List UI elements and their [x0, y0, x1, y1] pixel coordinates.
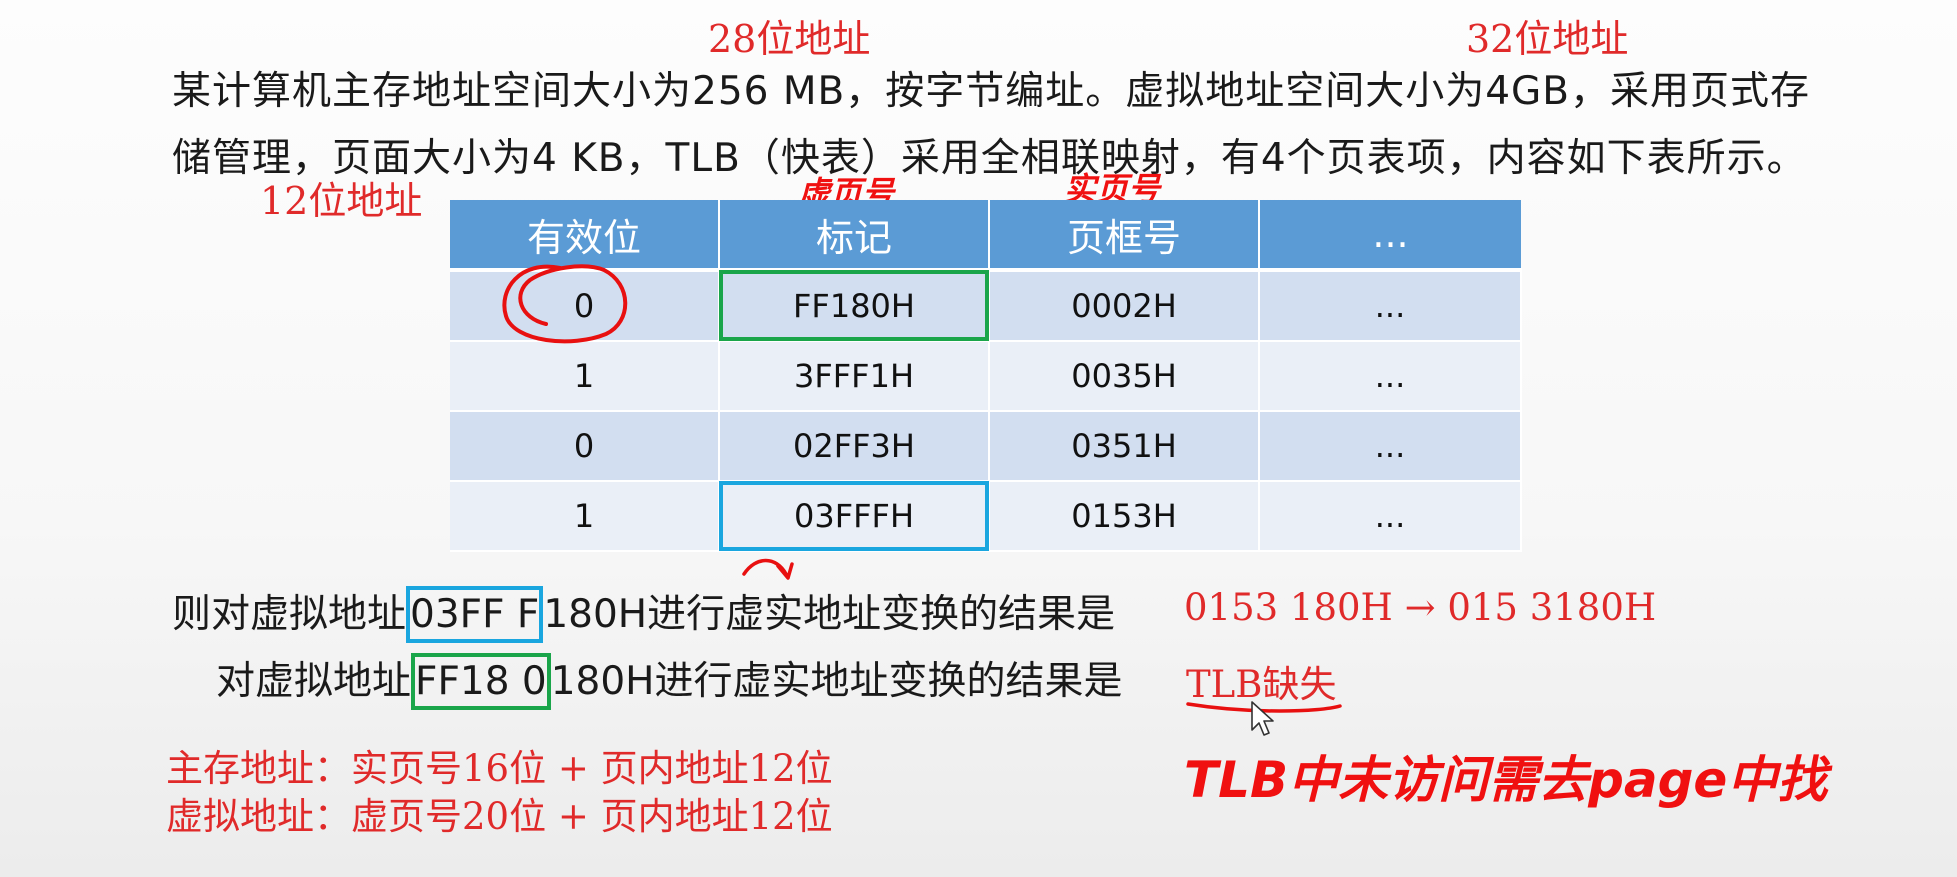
handdrawn-circle [502, 264, 628, 344]
handdrawn-underline [1186, 702, 1342, 713]
mouse-cursor-icon [1251, 701, 1274, 736]
ink-layer [502, 264, 1342, 736]
handdrawn-arrow [742, 558, 794, 580]
